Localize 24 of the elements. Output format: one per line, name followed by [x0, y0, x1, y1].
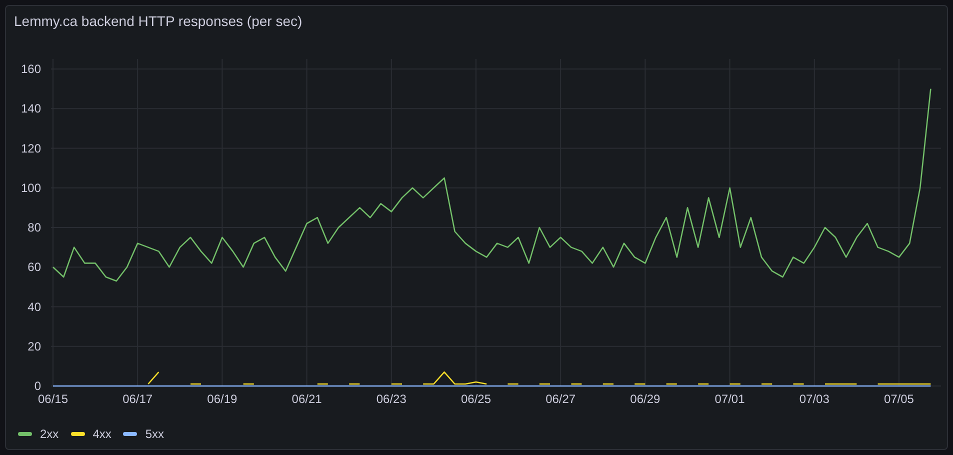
x-tick-label: 06/23 [376, 392, 406, 406]
x-tick-label: 06/19 [207, 392, 238, 406]
x-tick-label: 07/05 [884, 392, 914, 406]
panel-title: Lemmy.ca backend HTTP responses (per sec) [14, 12, 302, 31]
y-tick-label: 60 [28, 260, 41, 274]
x-tick-label: 07/01 [714, 392, 745, 406]
y-tick-label: 100 [20, 180, 41, 195]
y-tick-label: 20 [28, 339, 41, 354]
x-tick-label: 07/03 [799, 392, 830, 406]
y-tick-label: 80 [28, 220, 41, 234]
x-tick-label: 06/21 [292, 392, 322, 406]
x-tick-label: 06/15 [38, 392, 68, 406]
x-tick-label: 06/25 [460, 392, 491, 406]
y-tick-label: 120 [20, 141, 41, 156]
x-tick-label: 06/17 [122, 392, 153, 406]
legend-label[interactable]: 2xx [40, 425, 59, 443]
legend-label[interactable]: 4xx [92, 425, 112, 443]
legend-label[interactable]: 5xx [145, 425, 164, 443]
y-tick-label: 0 [34, 379, 41, 393]
y-tick-label: 160 [20, 62, 41, 76]
x-tick-label: 06/29 [630, 392, 660, 406]
x-tick-label: 06/27 [546, 392, 576, 406]
y-tick-label: 40 [28, 300, 41, 314]
y-tick-label: 140 [20, 102, 41, 116]
